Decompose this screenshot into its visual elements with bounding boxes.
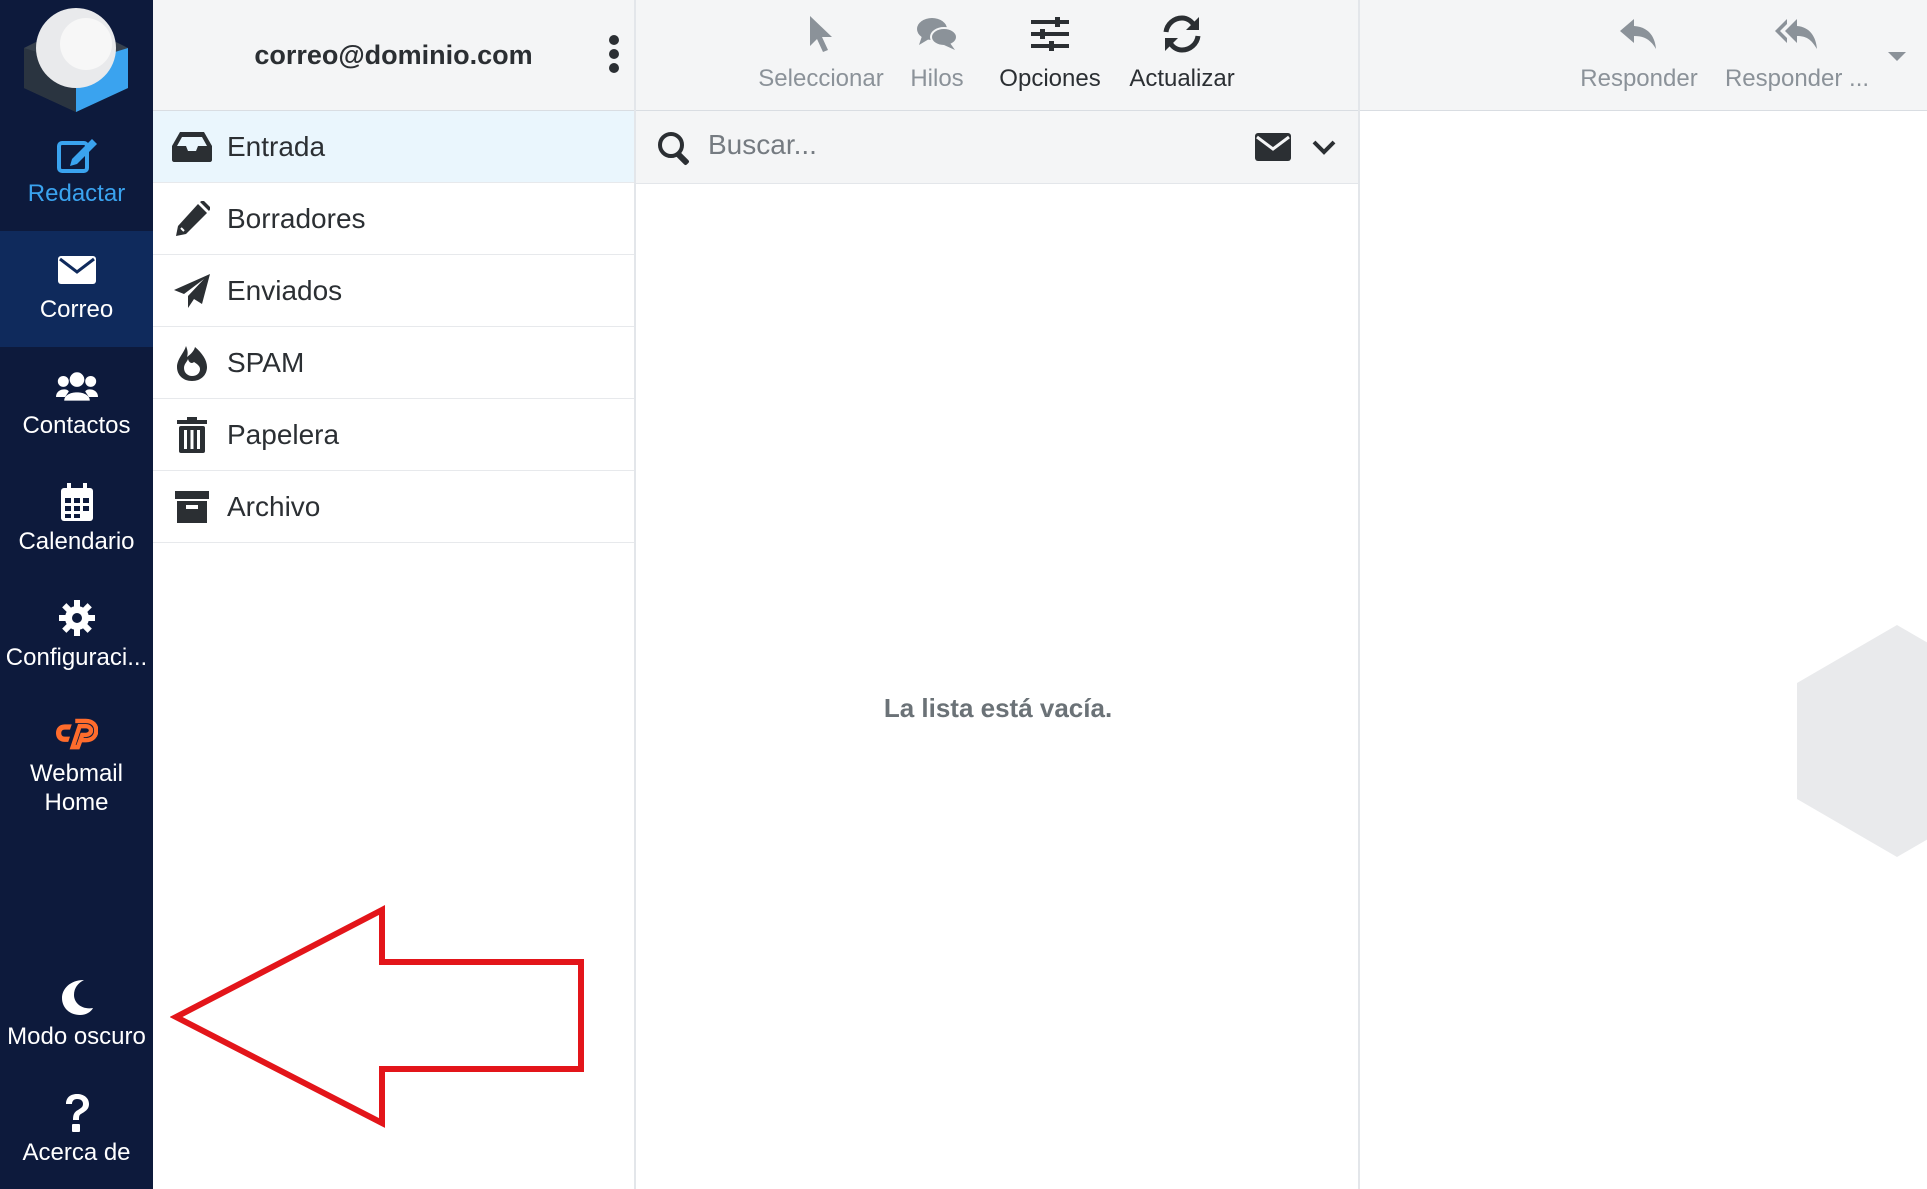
compose-label: Redactar [27,180,126,207]
folder-item-inbox[interactable]: Entrada [153,111,634,183]
nav-item-webmail-home[interactable]: Webmail Home [0,695,153,827]
calendar-icon [56,481,98,523]
roundcube-logo[interactable] [0,0,153,115]
webmail-label-line2: Home [44,789,109,816]
reply-all-label: Responder ... [1724,65,1870,92]
search-input[interactable]: Buscar... [708,129,817,161]
gear-icon [56,597,98,639]
dark-mode-toggle[interactable]: Modo oscuro [0,958,153,1074]
threads-label: Hilos [910,65,964,92]
more-options-icon[interactable] [608,34,620,74]
reply-all-button[interactable]: Responder ... [1724,12,1870,94]
options-button[interactable]: Opciones [996,12,1104,94]
reply-button[interactable]: Responder [1578,12,1700,94]
fire-icon [172,345,212,381]
threads-button[interactable]: Hilos [905,12,969,94]
empty-list-message: La lista está vacía. [883,693,1113,723]
folder-item-trash[interactable]: Papelera [153,399,634,471]
folder-item-drafts[interactable]: Borradores [153,183,634,255]
webmail-label-line1: Webmail [30,760,123,787]
folder-item-spam[interactable]: SPAM [153,327,634,399]
mail-label: Correo [39,296,114,323]
comments-icon [916,12,958,56]
nav-item-contacts[interactable]: Contactos [0,347,153,463]
main-navigation: Redactar Correo Contactos Calendario Con [0,0,153,1189]
reply-all-dropdown-icon[interactable] [1888,49,1906,67]
compose-button[interactable]: Redactar [0,115,153,231]
users-icon [55,365,98,407]
preview-toolbar: Responder Responder ... [1360,0,1927,111]
reply-icon [1620,12,1658,56]
folder-label: Archivo [227,490,321,522]
question-icon [56,1092,98,1134]
reply-all-icon [1775,12,1819,56]
folders-header: correo@dominio.com [153,0,634,111]
list-toolbar: Seleccionar Hilos Opciones Actualizar [636,0,1358,111]
message-list-pane: Seleccionar Hilos Opciones Actualizar Bu… [636,0,1360,1189]
refresh-label: Actualizar [1129,65,1235,92]
about-label: Acerca de [22,1139,131,1166]
folder-item-archive[interactable]: Archivo [153,471,634,543]
watermark-hexagon-icon [1797,625,1927,857]
account-email: correo@dominio.com [254,39,533,70]
nav-item-about[interactable]: Acerca de [0,1074,153,1189]
refresh-button[interactable]: Actualizar [1128,12,1236,94]
paper-plane-icon [172,273,212,308]
folder-item-sent[interactable]: Enviados [153,255,634,327]
arrow-left-icon [170,905,584,1128]
envelope-icon [56,249,98,291]
settings-label: Configuraci... [5,644,148,671]
nav-item-calendar[interactable]: Calendario [0,463,153,579]
folder-label: Borradores [227,202,366,234]
options-label: Opciones [999,65,1101,92]
envelope-icon[interactable] [1255,133,1291,166]
select-button[interactable]: Seleccionar [752,12,890,94]
compose-icon [56,133,98,175]
pointer-icon [808,12,834,56]
sync-icon [1163,12,1201,56]
folder-label: Enviados [227,274,343,306]
contacts-label: Contactos [22,412,131,439]
folder-label: SPAM [227,346,305,378]
search-icon [657,131,693,172]
inbox-icon [172,131,212,162]
moon-icon [56,976,98,1018]
cpanel-icon [55,713,98,755]
dark-mode-label: Modo oscuro [7,1023,146,1050]
calendar-label: Calendario [18,528,135,555]
preview-pane: Responder Responder ... [1360,0,1927,1189]
reply-label: Responder [1580,65,1698,92]
nav-item-mail[interactable]: Correo [0,231,153,347]
search-bar[interactable]: Buscar... [636,111,1358,184]
folder-label: Papelera [227,418,340,450]
pencil-icon [172,200,212,237]
sliders-icon [1031,12,1069,56]
webmail-app: Redactar Correo Contactos Calendario Con [0,0,1927,1189]
folder-label: Entrada [227,130,326,162]
archive-icon [172,490,212,523]
chevron-down-icon[interactable] [1312,139,1336,160]
nav-item-settings[interactable]: Configuraci... [0,579,153,695]
select-label: Seleccionar [758,65,884,92]
trash-icon [172,416,212,453]
